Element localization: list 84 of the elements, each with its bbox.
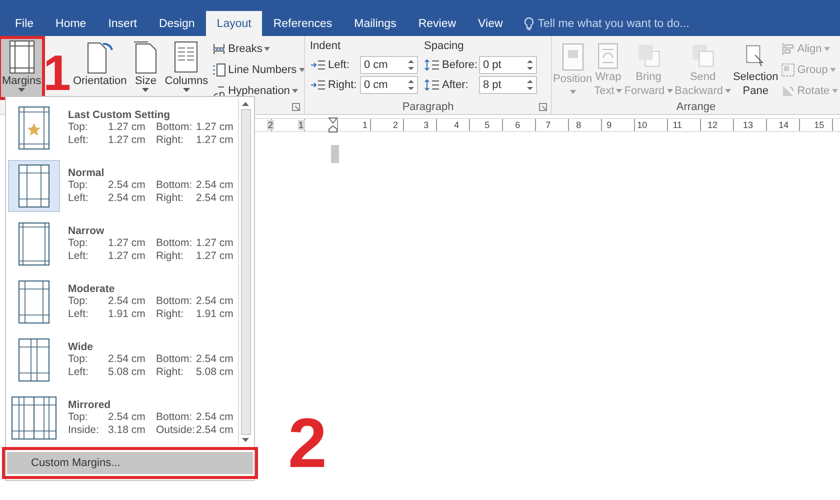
scroll-up-icon[interactable]: [242, 102, 249, 106]
spin-field[interactable]: 8 pt: [479, 76, 537, 94]
page-margins-icon: [18, 222, 50, 266]
page-margins-icon: [18, 164, 50, 208]
page-margins-icon: [18, 280, 50, 324]
ribbon-tab[interactable]: Design: [148, 11, 206, 36]
dialog-launcher-icon[interactable]: [292, 103, 300, 111]
ruler: 2 1 1 2 3 4 5 6 7 8 9 10 11 12 13 14 15: [255, 118, 840, 132]
line-spacing-icon: [424, 59, 440, 71]
lightbulb-icon: [524, 16, 534, 30]
line-spacing-icon: [424, 79, 440, 91]
margin-preset-item[interactable]: Last Custom Setting Top: 1.27 cm Bottom: 1.27 cm Left: 1.27 cm Right: 1.27 cm: [8, 99, 236, 157]
caret-icon: [824, 47, 830, 51]
margin-preset-item[interactable]: Normal Top: 2.54 cm Bottom: 2.54 cm Left: 2.54 cm Right: 2.54 cm: [8, 157, 236, 215]
indent-icon: [310, 79, 326, 91]
rotate-icon: [781, 84, 796, 98]
page-margins-icon: [6, 40, 37, 74]
ribbon-button[interactable]: Columns: [162, 38, 210, 98]
ribbon-button[interactable]: Selection Pane: [732, 38, 780, 98]
group-icon: [781, 63, 796, 77]
margin-preset-item[interactable]: Narrow Top: 1.27 cm Bottom: 1.27 cm Left: 1.27 cm Right: 1.27 cm: [8, 215, 236, 273]
scroll-down-icon[interactable]: [242, 438, 249, 442]
hyphenation-icon: [212, 84, 226, 98]
caret-icon: [830, 68, 836, 72]
ribbon-button[interactable]: Margins: [0, 38, 44, 98]
caret-icon: [616, 89, 622, 93]
margin-preset-item[interactable]: Moderate Top: 2.54 cm Bottom: 2.54 cm Left: 1.91 cm Right: 1.91 cm: [8, 273, 236, 331]
spinner-arrows-icon: [408, 79, 414, 91]
field-label: After:: [442, 79, 470, 91]
indent-marker-icon[interactable]: [328, 117, 338, 133]
step-number: 2: [288, 408, 327, 478]
ribbon-tab[interactable]: Review: [407, 11, 468, 36]
caret-icon: [724, 89, 731, 93]
dialog-launcher-icon[interactable]: [539, 103, 547, 111]
page-star-icon: [18, 106, 50, 150]
group-label: Arrange: [676, 101, 716, 113]
field-label: Right:: [328, 79, 358, 91]
ribbon-tab[interactable]: File: [4, 11, 45, 36]
ribbon-button[interactable]: Orientation: [70, 38, 129, 98]
custom-margins-item[interactable]: Custom Margins...: [7, 452, 253, 474]
caret-icon: [298, 68, 304, 72]
spin-field[interactable]: 0 cm: [360, 56, 418, 74]
field-label: Left:: [328, 59, 350, 71]
ribbon-tab[interactable]: Mailings: [343, 11, 408, 36]
caret-icon: [666, 89, 673, 93]
caret-icon: [570, 90, 576, 94]
page-margins-icon: [18, 338, 50, 382]
tell-me-field[interactable]: Tell me what you want to do...: [538, 18, 708, 30]
caret-icon: [832, 89, 838, 93]
margin-preset-item[interactable]: Wide Top: 2.54 cm Bottom: 2.54 cm Left: 5.08 cm Right: 5.08 cm: [8, 331, 236, 389]
spin-field[interactable]: 0 cm: [360, 76, 418, 94]
ribbon-tab[interactable]: Home: [44, 11, 98, 36]
caret-icon: [292, 89, 298, 93]
indent-icon: [310, 59, 326, 71]
margin-preset-item[interactable]: Mirrored Top: 2.54 cm Bottom: 2.54 cm Inside: 3.18 cm Outside:2.54 cm: [8, 389, 236, 447]
spinner-arrows-icon: [408, 59, 414, 71]
ribbon-tab[interactable]: Layout: [206, 11, 262, 36]
step-number: 1: [43, 48, 71, 98]
ribbon-button[interactable]: Breaks: [212, 40, 304, 58]
spinner-arrows-icon: [527, 79, 533, 91]
group-heading: Indent: [310, 39, 342, 54]
ribbon-button[interactable]: Line Numbers: [212, 61, 304, 79]
caret-icon: [142, 88, 150, 92]
group-label: Paragraph: [402, 101, 454, 113]
group-heading: Spacing: [424, 39, 465, 54]
ribbon-tab[interactable]: References: [262, 11, 344, 36]
spinner-arrows-icon: [527, 59, 533, 71]
line-numbers-icon: [212, 63, 226, 77]
ribbon-tab[interactable]: View: [467, 11, 514, 36]
page-margins-icon: [11, 396, 57, 440]
text-cursor: [331, 145, 339, 163]
align-icon: [781, 42, 796, 56]
caret-icon: [264, 47, 270, 51]
ribbon-button[interactable]: Size: [128, 38, 163, 98]
caret-icon: [18, 88, 26, 92]
ribbon-button[interactable]: Hyphenation: [212, 82, 304, 100]
field-label: Before:: [442, 59, 477, 71]
scrollbar[interactable]: [238, 99, 252, 445]
page-rotate-icon: [84, 40, 115, 74]
caret-icon: [182, 88, 190, 92]
ribbon-tab[interactable]: Insert: [97, 11, 148, 36]
picture-position-icon: [560, 42, 586, 72]
page-break-icon: [212, 42, 226, 56]
spin-field[interactable]: 0 pt: [479, 56, 537, 74]
